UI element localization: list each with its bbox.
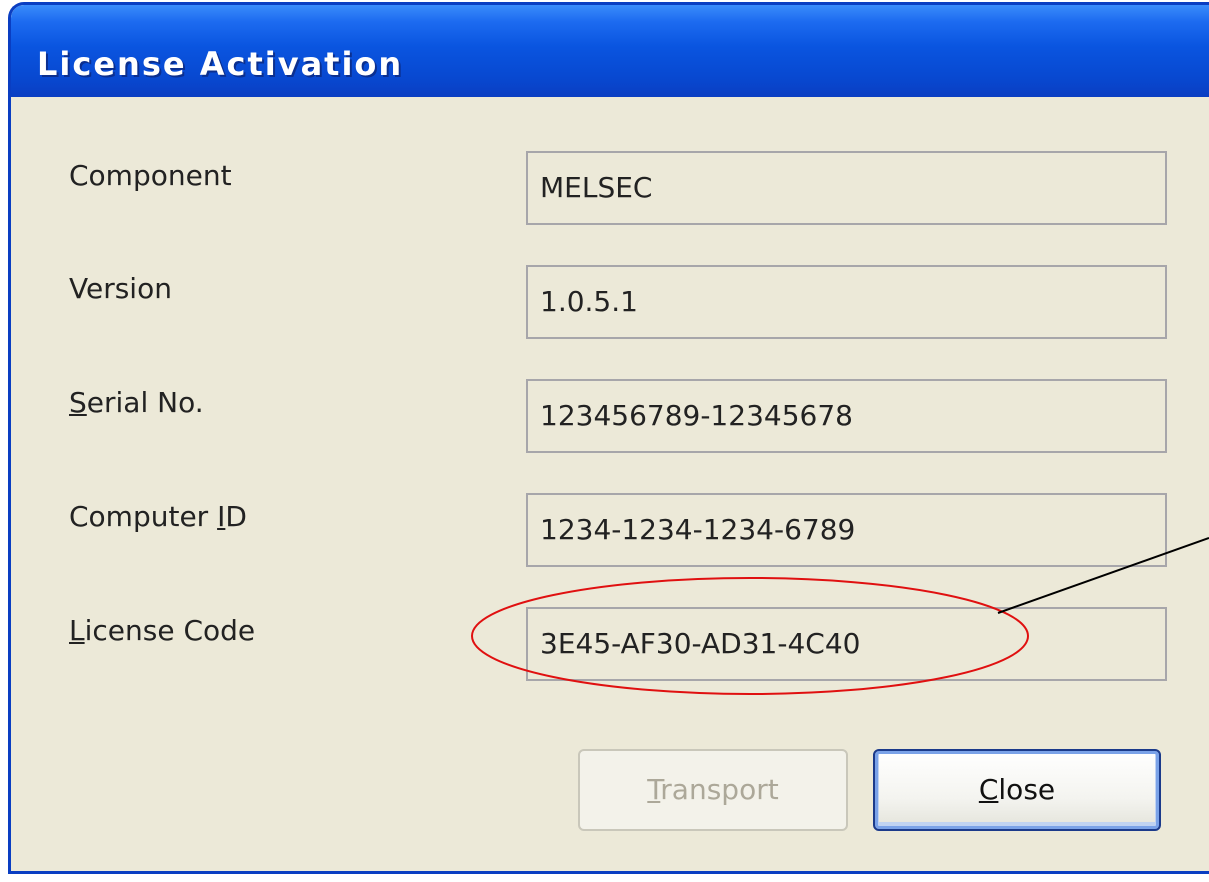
close-label-rest: lose: [998, 773, 1056, 806]
serial-number-field: 123456789-12345678: [526, 379, 1167, 453]
title-bar[interactable]: License Activation: [11, 5, 1209, 97]
computer-id-label-rest: D: [225, 500, 247, 533]
license-activation-window: License Activation Component MELSEC Vers…: [8, 2, 1209, 874]
computer-id-field: 1234-1234-1234-6789: [526, 493, 1167, 567]
transport-button[interactable]: Transport: [578, 749, 848, 831]
computer-id-label: Computer ID: [69, 500, 247, 533]
close-button[interactable]: Close: [873, 749, 1161, 831]
window-title: License Activation: [37, 45, 404, 83]
computer-id-label-prefix: Computer: [69, 500, 218, 533]
component-label: Component: [69, 159, 232, 192]
close-mnemonic: C: [978, 773, 999, 806]
transport-mnemonic: T: [647, 773, 661, 806]
serial-mnemonic: S: [69, 386, 87, 419]
version-field: 1.0.5.1: [526, 265, 1167, 339]
license-code-label-rest: icense Code: [84, 614, 256, 647]
component-field: MELSEC: [526, 151, 1167, 225]
transport-label-rest: ransport: [660, 773, 779, 806]
version-label: Version: [69, 272, 172, 305]
dialog-body: Component MELSEC Version 1.0.5.1 Serial …: [11, 97, 1209, 871]
license-code-field[interactable]: 3E45-AF30-AD31-4C40: [526, 607, 1167, 681]
serial-number-label: Serial No.: [69, 386, 204, 419]
license-code-label: License Code: [69, 614, 255, 647]
serial-label-rest: erial No.: [86, 386, 204, 419]
license-code-mnemonic: L: [69, 614, 85, 647]
